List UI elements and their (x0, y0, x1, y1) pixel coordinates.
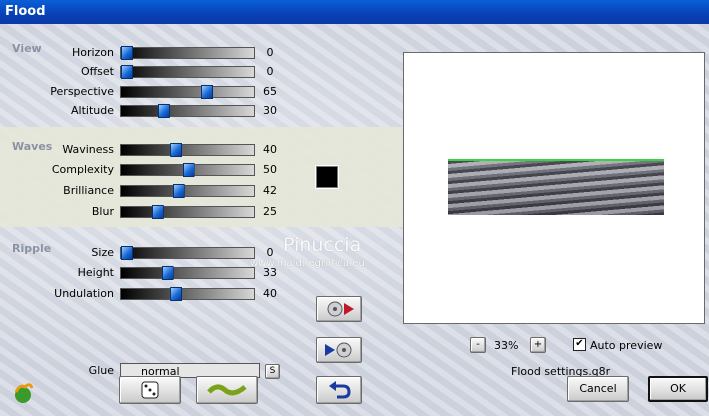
wave-button[interactable] (196, 376, 258, 404)
slider-label: Offset (80, 65, 114, 78)
slider-label: Horizon (71, 46, 114, 59)
slider-value[interactable]: 25 (257, 205, 283, 219)
slider-track-offset[interactable] (120, 65, 255, 79)
slider-value[interactable]: 42 (257, 184, 283, 198)
slider-track-brilliance[interactable] (120, 184, 255, 198)
load-preset-button[interactable] (316, 337, 362, 363)
slider-label: Brilliance (63, 184, 114, 197)
ok-button[interactable]: OK (648, 376, 708, 402)
slider-thumb[interactable] (170, 287, 183, 301)
slider-thumb[interactable] (200, 85, 213, 99)
slider-label: Blur (91, 205, 114, 218)
slider-thumb[interactable] (172, 184, 185, 198)
slider-thumb[interactable] (157, 104, 170, 118)
cancel-button[interactable]: Cancel (567, 376, 629, 402)
slider-track-horizon[interactable] (120, 46, 255, 60)
slider-track-altitude[interactable] (120, 104, 255, 118)
zoom-level: 33% (494, 339, 519, 352)
slider-value[interactable]: 65 (257, 85, 283, 99)
title-bar: Flood (0, 0, 709, 24)
flood-logo-icon (12, 382, 34, 407)
slider-track-complexity[interactable] (120, 163, 255, 177)
slider-value[interactable]: 0 (257, 46, 283, 60)
slider-track-height[interactable] (120, 266, 255, 280)
slider-label: Complexity (51, 163, 114, 176)
undo-button[interactable] (316, 376, 362, 404)
slider-label: Size (91, 246, 114, 259)
slider-value[interactable]: 50 (257, 163, 283, 177)
auto-preview-label: Auto preview (590, 339, 663, 352)
preview-pane[interactable] (403, 52, 705, 324)
slider-value[interactable]: 40 (257, 287, 283, 301)
slider-track-undulation[interactable] (120, 287, 255, 301)
slider-track-size[interactable] (120, 246, 255, 260)
randomize-button[interactable] (119, 376, 181, 404)
slider-label: Height (77, 266, 114, 279)
preview-image (448, 159, 664, 215)
slider-track-perspective[interactable] (120, 85, 255, 99)
slider-value[interactable]: 0 (257, 65, 283, 79)
slider-thumb[interactable] (151, 205, 164, 219)
slider-label: Waviness (62, 143, 114, 156)
slider-track-blur[interactable] (120, 205, 255, 219)
undo-arrow-icon (329, 381, 351, 399)
watermark-name: Pinuccia (283, 234, 362, 256)
slider-label: Altitude (71, 104, 114, 117)
slider-label: Undulation (54, 287, 114, 300)
glue-s-button[interactable]: S (265, 364, 280, 379)
slider-thumb[interactable] (121, 65, 133, 79)
checkmark-icon: ✔ (575, 338, 584, 349)
slider-thumb[interactable] (121, 246, 133, 260)
load-preset-icon (325, 342, 352, 358)
dice-icon (141, 381, 159, 399)
glue-label: Glue (88, 364, 114, 377)
wave-icon (207, 384, 247, 396)
wave-color-swatch[interactable] (315, 165, 339, 189)
slider-label: Perspective (50, 85, 114, 98)
slider-thumb[interactable] (161, 266, 174, 280)
slider-thumb[interactable] (182, 163, 195, 177)
slider-value[interactable]: 30 (257, 104, 283, 118)
zoom-out-button[interactable]: - (470, 337, 486, 353)
slider-track-waviness[interactable] (120, 143, 255, 157)
slider-thumb[interactable] (170, 143, 183, 157)
zoom-in-button[interactable]: + (530, 337, 546, 353)
slider-thumb[interactable] (121, 46, 133, 60)
auto-preview-checkbox[interactable]: ✔ (573, 338, 586, 351)
slider-value[interactable]: 40 (257, 143, 283, 157)
watermark-url: www.maidiregrafica.eu (250, 258, 365, 269)
window-title: Flood (5, 4, 46, 19)
save-preset-button[interactable] (316, 296, 362, 322)
save-preset-icon (327, 301, 354, 317)
dialog-body: View Waves Ripple Horizon 0 Offset 0 Perspec… (0, 24, 709, 416)
